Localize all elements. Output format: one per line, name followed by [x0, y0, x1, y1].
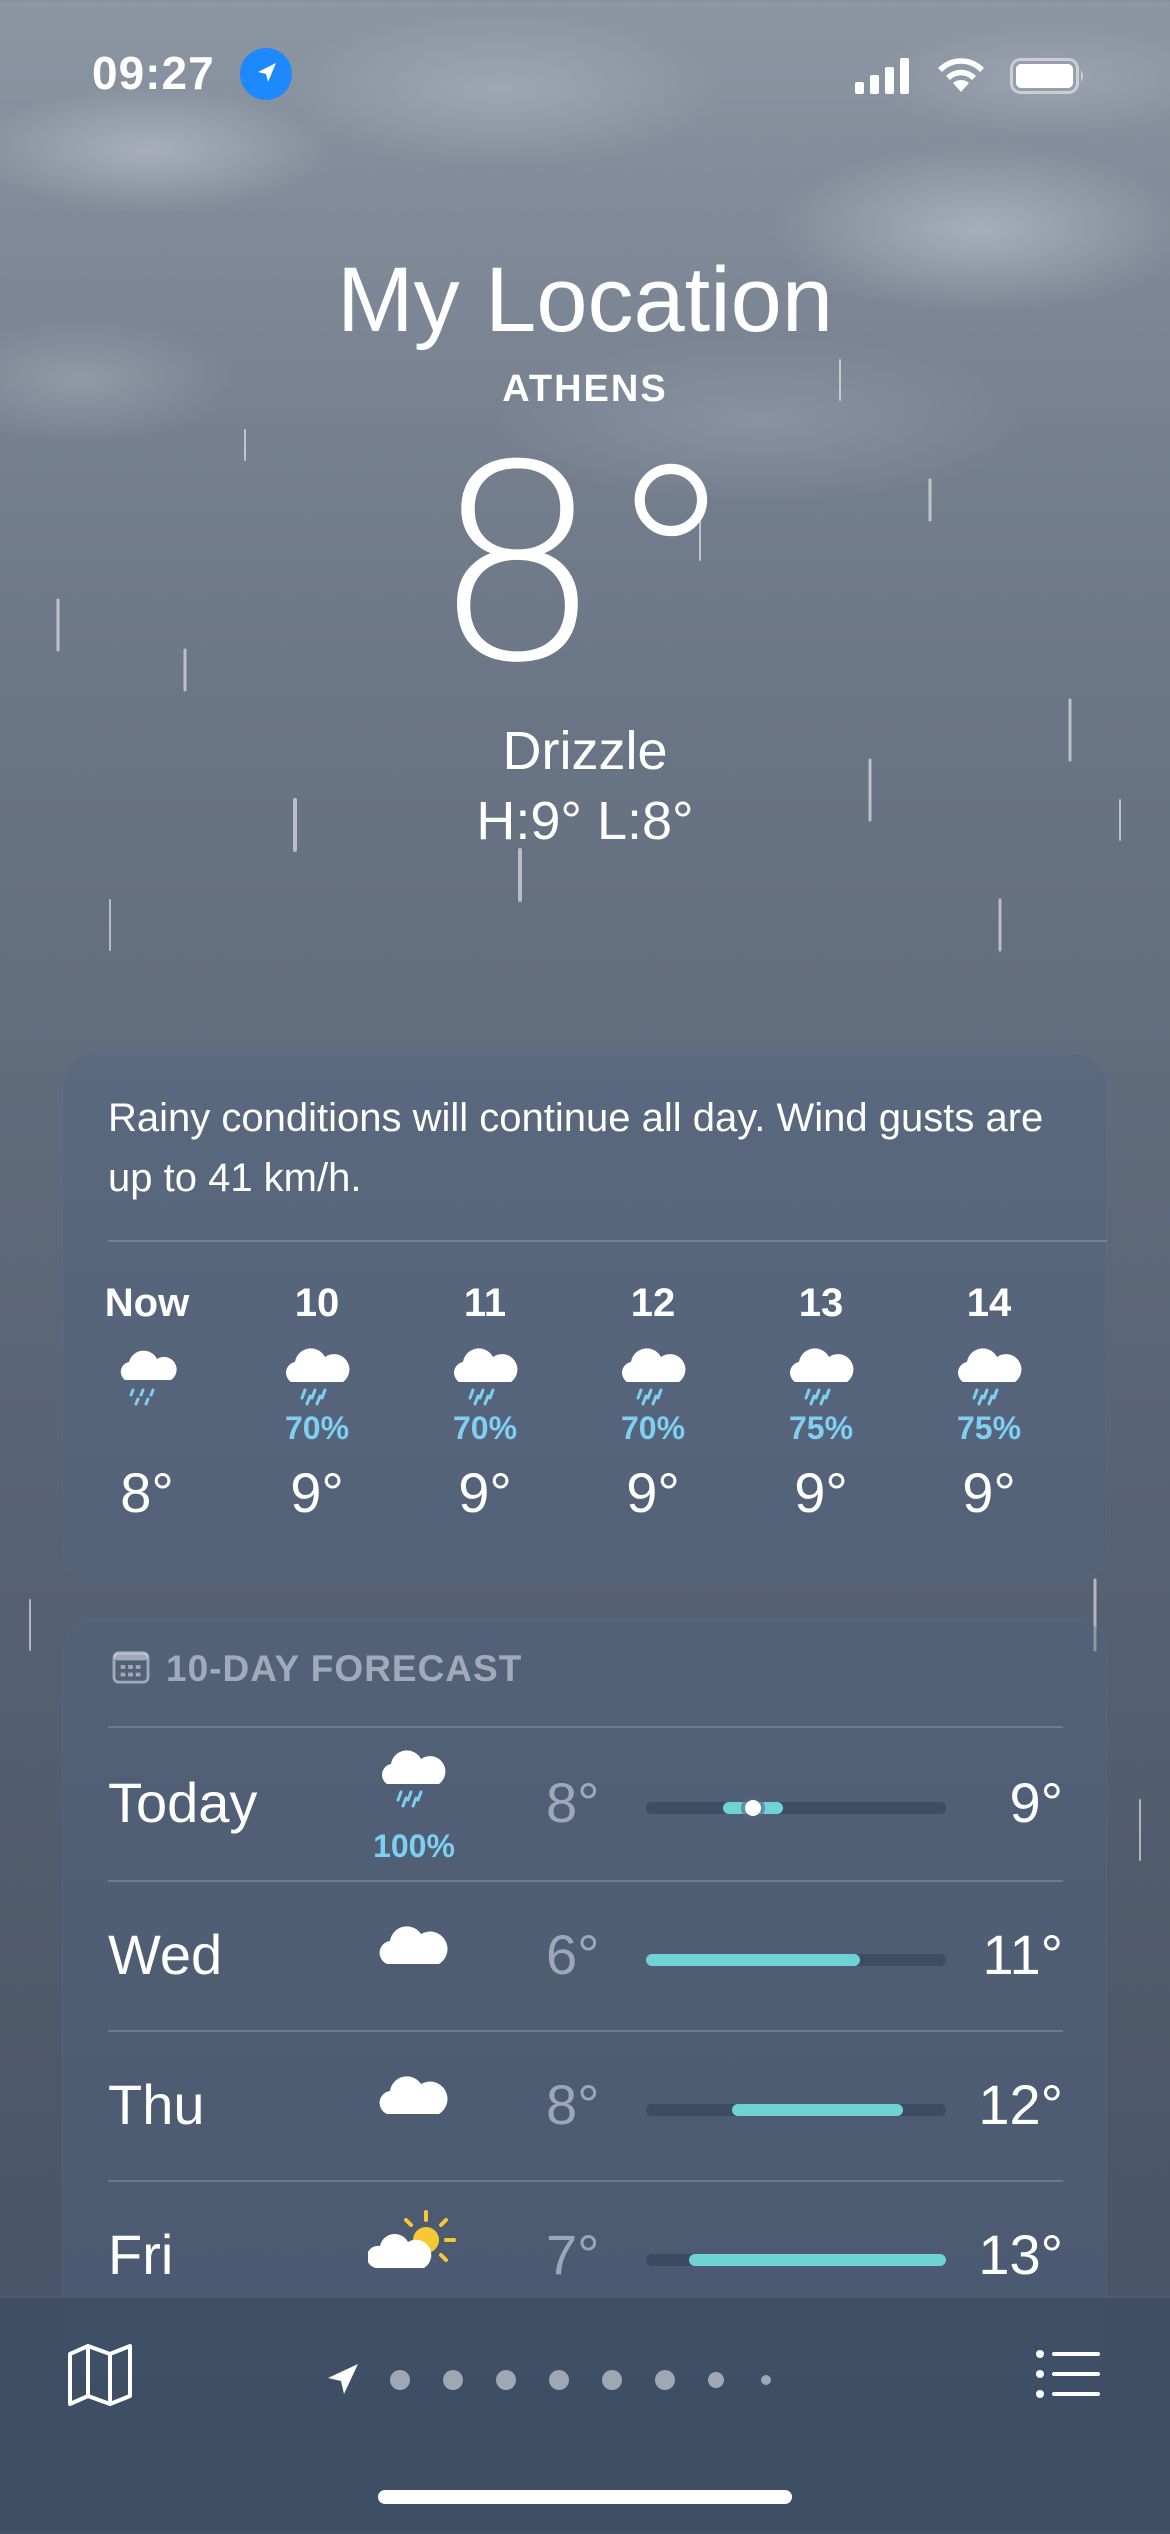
temperature-range-bar — [646, 2254, 946, 2266]
page-dot[interactable] — [761, 2375, 771, 2385]
hour-item: Now 8° — [72, 1278, 222, 1525]
temperature-range-fill — [646, 1954, 861, 1966]
location-services-icon — [240, 48, 292, 100]
page-dot[interactable] — [708, 2372, 724, 2388]
low-temp: 6° — [546, 1923, 600, 1986]
temperature-range-fill — [731, 2104, 904, 2116]
current-location-arrow-icon — [328, 2364, 358, 2394]
hour-label: 13 — [798, 1281, 844, 1325]
divider — [108, 1240, 1107, 1242]
map-button[interactable] — [64, 2338, 136, 2410]
hour-temp: 9° — [962, 1461, 1016, 1524]
forecast-row-wed[interactable]: Wed 6° 11° — [108, 1882, 1063, 2032]
city-list-button[interactable] — [1032, 2338, 1104, 2410]
cloud-rain-icon — [914, 1348, 1064, 1410]
wifi-icon — [938, 58, 984, 92]
temperature-range-bar — [646, 1800, 946, 1816]
hour-item: 14 75% 9° — [914, 1278, 1064, 1525]
forecast-day: Fri — [108, 2223, 174, 2286]
current-temperature: 8° — [431, 407, 739, 722]
ten-day-forecast-card[interactable]: 10-DAY FORECAST Today 100% 8° 9° Wed 6° … — [62, 1618, 1107, 2378]
status-time: 09:27 — [92, 47, 215, 99]
hour-label: 11 — [463, 1281, 507, 1325]
partly-sunny-icon — [366, 2208, 458, 2277]
map-icon — [68, 2344, 132, 2406]
temperature-range-bar — [646, 1954, 946, 1966]
high-low-temps: H:9° L:8° — [476, 791, 694, 851]
forecast-day: Wed — [108, 1923, 223, 1986]
forecast-row-thu[interactable]: Thu 8° 12° — [108, 2032, 1063, 2182]
low-temp: 8° — [546, 2073, 600, 2136]
hour-temp: 8° — [120, 1461, 174, 1524]
home-indicator[interactable] — [378, 2490, 792, 2504]
cloud-rain-icon — [242, 1348, 392, 1410]
hour-item: 13 75% 9° — [746, 1278, 896, 1525]
precip-chance: 75% — [788, 1410, 854, 1446]
condition-text: Drizzle — [502, 721, 668, 781]
calendar-icon — [112, 1650, 150, 1693]
temperature-range-bar — [646, 2104, 946, 2116]
city-name: ATHENS — [502, 368, 668, 410]
hourly-forecast-card[interactable]: Rainy conditions will continue all day. … — [62, 1054, 1107, 1582]
low-temp: 7° — [546, 2223, 600, 2286]
cloud-icon — [368, 2070, 458, 2125]
page-dot[interactable] — [602, 2370, 622, 2390]
hour-temp: 9° — [458, 1461, 512, 1524]
hour-temp: 9° — [626, 1461, 680, 1524]
page-dot[interactable] — [496, 2370, 516, 2390]
cloud-rain-icon — [410, 1348, 560, 1410]
forecast-title: 10-DAY FORECAST — [166, 1648, 523, 1689]
forecast-header: 10-DAY FORECAST — [112, 1648, 522, 1698]
hour-label: 10 — [294, 1281, 340, 1325]
precip-chance: 100% — [373, 1828, 455, 1864]
hour-item: 12 70% 9° — [578, 1278, 728, 1525]
hour-label: Now — [104, 1281, 190, 1325]
hour-item: 10 70% 9° — [242, 1278, 392, 1525]
hour-temp: 9° — [794, 1461, 848, 1524]
high-temp: 12° — [978, 2073, 1063, 2136]
weather-summary: Rainy conditions will continue all day. … — [108, 1096, 1044, 1200]
low-temp: 8° — [546, 1771, 600, 1834]
precip-chance: 70% — [452, 1410, 518, 1446]
hour-item: 11 70% 9° — [410, 1278, 560, 1525]
cellular-signal-icon — [855, 58, 909, 94]
forecast-row-today[interactable]: Today 100% 8° 9° — [108, 1730, 1063, 1880]
list-icon — [1036, 2350, 1100, 2398]
precip-chance — [72, 1410, 222, 1446]
status-bar: 09:27 — [0, 46, 1170, 106]
precip-chance: 75% — [956, 1410, 1022, 1446]
high-temp: 13° — [978, 2223, 1063, 2286]
forecast-day: Today — [108, 1771, 258, 1834]
cloud-rain-icon — [746, 1348, 896, 1410]
hour-label: 12 — [630, 1281, 676, 1325]
battery-icon — [1010, 58, 1083, 94]
divider — [108, 1726, 1063, 1728]
high-temp: 9° — [1009, 1771, 1063, 1834]
hour-label: 14 — [966, 1281, 1012, 1325]
hourly-list[interactable]: Now 8° 10 70% 9° 11 70% 9° 12 70% 9° 13 … — [62, 1278, 1107, 1558]
page-dot[interactable] — [549, 2370, 569, 2390]
page-dot[interactable] — [443, 2370, 463, 2390]
cloud-icon — [368, 1920, 458, 1975]
precip-chance: 70% — [620, 1410, 686, 1446]
cloud-rain-icon — [578, 1348, 728, 1410]
location-title: My Location — [336, 249, 834, 351]
precip-chance: 70% — [284, 1410, 350, 1446]
forecast-day: Thu — [108, 2073, 205, 2136]
temperature-range-fill — [688, 2254, 946, 2266]
high-temp: 11° — [982, 1923, 1063, 1986]
page-dot[interactable] — [655, 2370, 675, 2390]
cloud-rain-icon — [368, 1750, 458, 1817]
cloud-drizzle-icon — [72, 1348, 222, 1410]
hour-temp: 9° — [290, 1461, 344, 1524]
page-dot[interactable] — [390, 2370, 410, 2390]
